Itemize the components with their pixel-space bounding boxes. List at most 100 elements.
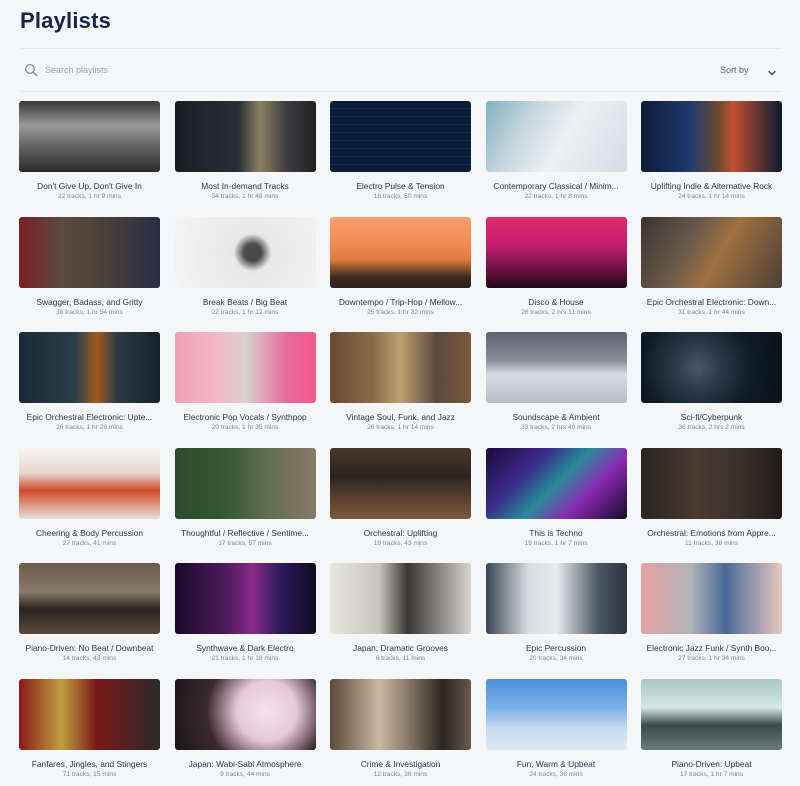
search-input[interactable] — [45, 65, 295, 75]
playlist-card[interactable]: Synthwave & Dark Electro 21 tracks, 1 hr … — [174, 563, 316, 679]
playlist-title[interactable]: Don't Give Up, Don't Give In — [19, 181, 160, 191]
playlist-card[interactable]: Orchestral: Emotions from Appre... 11 tra… — [641, 447, 782, 564]
playlist-thumbnail-concert-lights-pink[interactable] — [485, 216, 627, 288]
playlist-meta: 22 tracks, 1 hr 8 mins — [524, 193, 588, 200]
playlist-card[interactable]: Electronic Pop Vocals / Synthpop 20 track… — [174, 332, 316, 448]
playlist-thumbnail-guitarist-on-stage[interactable] — [641, 101, 782, 172]
playlist-thumbnail-detective-board[interactable] — [330, 678, 471, 750]
playlist-title[interactable]: Orchestral: Uplifting — [330, 528, 471, 538]
playlist-card[interactable]: Orchestral: Uplifting 19 tracks, 43 mins — [330, 447, 471, 564]
playlist-card[interactable]: Crime & Investigation 12 tracks, 36 mins — [330, 678, 471, 786]
playlist-title[interactable]: Piano-Driven: Upbeat — [641, 759, 782, 769]
playlist-title[interactable]: Crime & Investigation — [330, 759, 471, 769]
playlist-title[interactable]: Disco & House — [486, 297, 627, 307]
playlist-card[interactable]: Fun, Warm & Upbeat 24 tracks, 36 mins — [485, 678, 627, 786]
playlist-title[interactable]: Japan: Dramatic Grooves — [330, 643, 471, 653]
playlist-card[interactable]: Japan: Wabi-Sabi Atmosphere 9 tracks, 44 … — [174, 678, 316, 786]
playlist-thumbnail-white-architecture[interactable] — [485, 101, 627, 172]
playlist-meta: 9 tracks, 44 mins — [220, 770, 270, 778]
playlist-card[interactable]: Piano-Driven: Upbeat 17 tracks, 1 hr 7 mi… — [641, 678, 782, 786]
playlist-thumbnail-snowy-mountains[interactable] — [485, 332, 627, 403]
playlist-card[interactable]: Japan: Dramatic Grooves 6 tracks, 11 mins — [330, 563, 471, 679]
playlist-meta: 17 tracks, 57 mins — [218, 539, 272, 547]
playlist-card[interactable]: Don't Give Up, Don't Give In 22 tracks, 1… — [19, 101, 160, 217]
playlist-thumbnail-boombox-dancers[interactable] — [641, 563, 782, 634]
playlist-thumbnail-orchestra-hall[interactable] — [330, 447, 471, 519]
playlist-card[interactable]: Epic Percussion 20 tracks, 34 mins — [485, 563, 627, 679]
playlist-title[interactable]: Piano-Driven: No Beat / Downbeat — [19, 643, 160, 653]
sort-dropdown[interactable]: Sort by — [720, 60, 777, 80]
playlist-thumbnail-cheerleaders[interactable] — [19, 447, 160, 519]
playlist-thumbnail-netflix-dark-interface[interactable] — [174, 101, 316, 172]
playlist-thumbnail-samurai-sword[interactable] — [330, 563, 471, 634]
playlist-title[interactable]: Contemporary Classical / Minim... — [486, 181, 627, 191]
playlist-card[interactable]: Piano-Driven: No Beat / Downbeat 14 track… — [19, 563, 160, 679]
playlist-card[interactable]: This is Techno 19 tracks, 1 hr 7 mins — [485, 447, 627, 564]
playlist-card[interactable]: Epic Orchestral Electronic: Down... 31 tr… — [641, 216, 782, 333]
playlist-title[interactable]: Electronic Pop Vocals / Synthpop — [175, 412, 316, 422]
playlist-title[interactable]: Orchestral: Emotions from Appre... — [641, 528, 782, 538]
playlist-card[interactable]: Downtempo / Trip-Hop / Mellow... 25 track… — [330, 216, 471, 333]
playlist-card[interactable]: Swagger, Badass, and Gritty 38 tracks, 1 … — [19, 216, 160, 333]
playlist-thumbnail-woman-forest[interactable] — [174, 447, 316, 519]
playlist-title[interactable]: Japan: Wabi-Sabi Atmosphere — [175, 759, 316, 769]
playlist-card[interactable]: Most In-demand Tracks 34 tracks, 1 hr 48 … — [174, 101, 316, 217]
playlist-thumbnail-breakdancer-white[interactable] — [174, 216, 316, 288]
playlist-title[interactable]: Electro Pulse & Tension — [330, 181, 471, 191]
playlist-title[interactable]: Cheering & Body Percussion — [19, 528, 160, 538]
search-bar[interactable] — [24, 60, 324, 80]
playlist-card[interactable]: Fanfares, Jingles, and Stingers 71 tracks… — [19, 678, 160, 786]
playlist-thumbnail-muscular-man-flag[interactable] — [19, 216, 160, 288]
playlist-card[interactable]: Vintage Soul, Funk, and Jazz 26 tracks, 1… — [330, 332, 471, 448]
playlist-card[interactable]: Epic Orchestral Electronic: Upte... 26 tr… — [19, 332, 160, 448]
playlist-meta: 26 tracks, 1 hr 14 mins — [367, 424, 434, 431]
playlist-card[interactable]: Soundscape & Ambient 33 tracks, 2 hrs 40 … — [485, 332, 627, 448]
playlist-title[interactable]: Synthwave & Dark Electro — [175, 643, 316, 653]
playlist-thumbnail-blue-waveform-grid[interactable] — [330, 101, 471, 172]
playlist-title[interactable]: Sci-fi/Cyberpunk — [641, 412, 782, 422]
playlist-title[interactable]: Most In-demand Tracks — [175, 181, 316, 191]
playlist-thumbnail-brass-band[interactable] — [19, 678, 160, 750]
playlist-title[interactable]: Epic Orchestral Electronic: Upte... — [19, 412, 160, 422]
playlist-thumbnail-grand-piano-room[interactable] — [19, 563, 160, 634]
playlist-title[interactable]: This is Techno — [486, 528, 627, 538]
playlist-title[interactable]: Vintage Soul, Funk, and Jazz — [330, 412, 471, 422]
playlist-thumbnail-piano-window[interactable] — [641, 678, 782, 750]
playlist-title[interactable]: Soundscape & Ambient — [486, 412, 627, 422]
playlist-meta: 19 tracks, 43 mins — [373, 539, 428, 547]
playlist-card[interactable]: Contemporary Classical / Minim... 22 trac… — [485, 101, 627, 217]
playlist-thumbnail-sunset-silhouette[interactable] — [330, 216, 471, 288]
playlist-card[interactable]: Sci-fi/Cyberpunk 36 tracks, 2 hrs 2 mins — [641, 332, 782, 448]
playlist-title[interactable]: Break Beats / Big Beat — [175, 297, 316, 307]
playlist-title[interactable]: Electronic Jazz Funk / Synth Boo... — [641, 643, 782, 653]
playlist-card[interactable]: Uplifting Indie & Alternative Rock 24 tra… — [641, 101, 782, 217]
playlist-thumbnail-retro-group[interactable] — [330, 332, 471, 403]
playlist-thumbnail-astronaut-helmet[interactable] — [641, 332, 782, 403]
playlist-title[interactable]: Thoughtful / Reflective / Sentime... — [175, 528, 316, 538]
playlist-card[interactable]: Disco & House 26 tracks, 2 hrs 11 mins — [485, 216, 627, 333]
playlist-card[interactable]: Thoughtful / Reflective / Sentime... 17 t… — [174, 447, 316, 564]
playlist-thumbnail-muscular-man-pull-up-bw[interactable] — [19, 101, 160, 172]
playlist-title[interactable]: Downtempo / Trip-Hop / Mellow... — [330, 297, 471, 307]
playlist-meta: 16 tracks, 50 mins — [373, 193, 428, 200]
playlist-thumbnail-warrior-eagle-fire[interactable] — [641, 216, 782, 288]
playlist-title[interactable]: Fun, Warm & Upbeat — [486, 759, 627, 769]
playlist-title[interactable]: Fanfares, Jingles, and Stingers — [19, 759, 160, 769]
playlist-card[interactable]: Cheering & Body Percussion 27 tracks, 41 … — [19, 447, 160, 564]
playlist-thumbnail-chamber-musicians[interactable] — [641, 447, 782, 519]
playlist-thumbnail-bass-drum[interactable] — [485, 563, 627, 634]
playlist-card[interactable]: Electronic Jazz Funk / Synth Boo... 27 tr… — [641, 563, 782, 679]
playlist-thumbnail-cherry-blossoms[interactable] — [174, 678, 316, 750]
playlist-thumbnail-jumping-man-sky[interactable] — [485, 678, 627, 750]
playlist-thumbnail-dark-city-street[interactable] — [19, 332, 160, 403]
playlist-meta: 26 tracks, 2 hrs 11 mins — [521, 308, 591, 316]
playlist-title[interactable]: Epic Orchestral Electronic: Down... — [641, 297, 782, 307]
playlist-card[interactable]: Electro Pulse & Tension 16 tracks, 50 min… — [330, 101, 471, 217]
playlist-thumbnail-headphones-pink[interactable] — [174, 332, 316, 403]
playlist-title[interactable]: Uplifting Indie & Alternative Rock — [641, 181, 782, 191]
playlist-title[interactable]: Swagger, Badass, and Gritty — [19, 297, 160, 307]
playlist-thumbnail-laser-show[interactable] — [485, 447, 627, 519]
playlist-thumbnail-neon-street-figure[interactable] — [174, 563, 316, 634]
playlist-title[interactable]: Epic Percussion — [486, 643, 627, 653]
playlist-card[interactable]: Break Beats / Big Beat 22 tracks, 1 hr 12… — [174, 216, 316, 333]
